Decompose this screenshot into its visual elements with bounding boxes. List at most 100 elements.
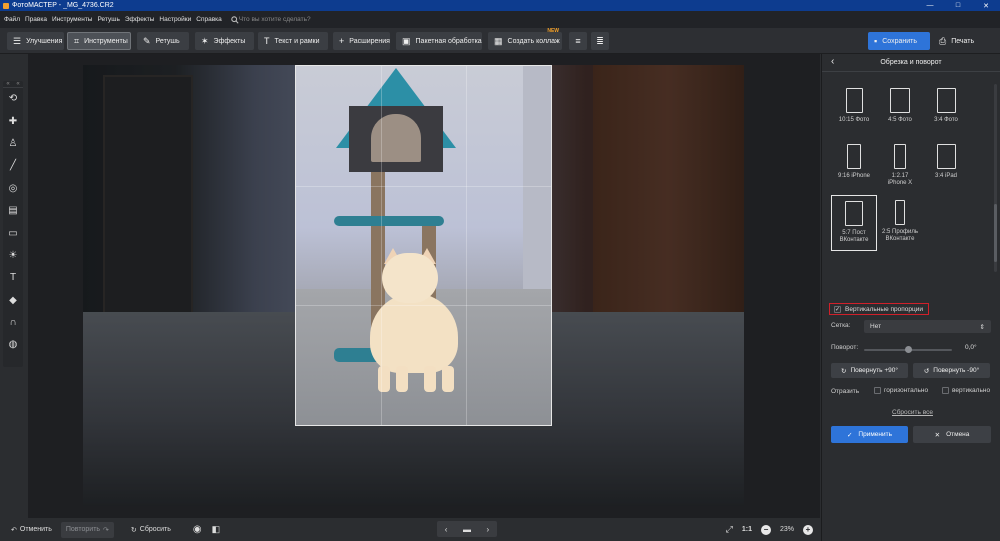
- flip-vertical-checkbox[interactable]: [942, 387, 949, 394]
- stamp-tool-icon[interactable]: ♙: [3, 133, 23, 155]
- rotate-tool-icon[interactable]: ⟲: [3, 88, 23, 110]
- tab-tools[interactable]: ⌗ Инструменты: [67, 32, 131, 50]
- panel-title: Обрезка и поворот: [880, 59, 942, 66]
- rotation-slider-knob[interactable]: [904, 346, 912, 353]
- fill-tool-icon[interactable]: ◆: [3, 290, 23, 312]
- app-logo-icon: [3, 2, 9, 9]
- list-history-icon: ≣: [596, 35, 604, 46]
- grid-select[interactable]: Нет ⇕: [864, 320, 991, 333]
- vertical-proportions-label: Вертикальные пропорции: [845, 305, 923, 313]
- preview-eye-icon[interactable]: ◉: [188, 522, 207, 538]
- vertical-proportions-checkbox[interactable]: ✓: [834, 305, 841, 313]
- crop-preset-tile[interactable]: 10:15 Фото: [831, 83, 877, 139]
- vignette-icon[interactable]: ▭: [3, 222, 23, 244]
- apply-button[interactable]: ✓ Применить: [831, 426, 908, 443]
- text-icon: T: [264, 35, 270, 46]
- batch-processing-button[interactable]: ▣ Пакетная обработка: [396, 32, 482, 50]
- brush-tool-icon[interactable]: ╱: [3, 155, 23, 177]
- folder-icon[interactable]: ▬: [463, 525, 471, 534]
- prev-image-icon[interactable]: ‹: [445, 525, 448, 534]
- crop-preset-tile[interactable]: 9:16 iPhone: [831, 139, 877, 195]
- tab-enhancements[interactable]: ☰ Улучшения: [7, 32, 64, 50]
- undo-icon: ↶: [11, 526, 17, 534]
- flip-horizontal-option[interactable]: горизонтально: [874, 387, 928, 394]
- menu-tools[interactable]: Инструменты: [52, 16, 93, 23]
- undo-button[interactable]: ↶ Отменить: [6, 522, 57, 538]
- crop-preset-tile[interactable]: 3:4 iPad: [923, 139, 969, 195]
- rotate-plus-90-button[interactable]: ↻ Повернуть +90°: [831, 363, 908, 378]
- presets-scrollbar[interactable]: [994, 84, 997, 272]
- text-tool-icon[interactable]: T: [3, 267, 23, 289]
- patch-tool-icon[interactable]: ✚: [3, 110, 23, 132]
- crop-preset-label: 9:16 iPhone: [837, 173, 871, 179]
- crop-presets-grid: 10:15 Фото 4:5 Фото 3:4 Фото 9:16 iPhone 1:2…: [831, 83, 988, 273]
- crop-preset-label: 1:2.17 iPhone X: [887, 173, 913, 186]
- close-button[interactable]: ✕: [972, 0, 1000, 11]
- reset-button[interactable]: ↻ Сбросить: [126, 522, 176, 538]
- light-tool-icon[interactable]: ☀: [3, 245, 23, 267]
- compare-icon[interactable]: ◧: [207, 522, 226, 538]
- title-bar: ФотоМАСТЕР - _MG_4736.CR2 — □ ✕: [0, 0, 1000, 11]
- aspect-ratio-icon: [895, 200, 905, 225]
- tab-extensions[interactable]: + Расширения: [333, 32, 390, 50]
- tab-retouch[interactable]: ✎ Ретушь: [137, 32, 189, 50]
- back-arrow-icon[interactable]: ‹: [831, 56, 834, 67]
- crop-frame[interactable]: [295, 65, 552, 426]
- aspect-ratio-icon: [890, 88, 910, 113]
- reset-all-link[interactable]: Сбросить все: [892, 409, 933, 416]
- zoom-in-icon[interactable]: +: [803, 524, 813, 535]
- apply-label: Применить: [858, 431, 893, 438]
- fit-to-screen-icon[interactable]: ⤢: [726, 524, 733, 535]
- magnet-tool-icon[interactable]: ∩: [3, 312, 23, 334]
- crop-preset-tile[interactable]: 4:5 Фото: [877, 83, 923, 139]
- flip-label: Отразить: [831, 388, 860, 395]
- cancel-button[interactable]: ✕ Отмена: [913, 426, 991, 443]
- vertical-proportions-row[interactable]: ✓ Вертикальные пропорции: [829, 303, 929, 315]
- create-collage-button[interactable]: ▦ Создать коллаж NEW: [488, 28, 562, 50]
- actual-size-button[interactable]: 1:1: [742, 526, 752, 533]
- magic-wand-icon: ✶: [201, 35, 209, 46]
- menu-edit[interactable]: Правка: [25, 16, 47, 23]
- print-button[interactable]: ⎙ Печать: [933, 32, 993, 50]
- add-to-list-button[interactable]: ≡: [569, 32, 587, 50]
- tab-label: Расширения: [349, 37, 390, 45]
- app-window: ФотоМАСТЕР - _MG_4736.CR2 — □ ✕ Файл Пра…: [0, 0, 1000, 541]
- menu-file[interactable]: Файл: [4, 16, 20, 23]
- rotate-plus-label: Повернуть +90°: [850, 367, 898, 374]
- toolbar-collapse-handle[interactable]: ««: [3, 81, 23, 88]
- left-toolbar: «« ⟲ ✚ ♙ ╱ ◎ ▤ ▭ ☀ T ◆ ∩ ◍: [3, 81, 23, 367]
- rotation-value: 0,0°: [965, 344, 977, 351]
- search-input[interactable]: [238, 16, 339, 23]
- menu-effects[interactable]: Эффекты: [125, 16, 155, 23]
- rotate-minus-90-button[interactable]: ↺ Повернуть -90°: [913, 363, 990, 378]
- zoom-out-icon[interactable]: −: [760, 524, 771, 535]
- undo-label: Отменить: [19, 526, 52, 533]
- aspect-ratio-icon: [847, 144, 861, 169]
- menu-retouch[interactable]: Ретушь: [97, 16, 119, 23]
- rotate-cw-icon: ↻: [841, 367, 847, 375]
- flip-vertical-option[interactable]: вертикально: [942, 387, 990, 394]
- crop-preset-tile[interactable]: 1:2.17 iPhone X: [877, 139, 923, 195]
- minimize-button[interactable]: —: [916, 0, 944, 11]
- history-list-button[interactable]: ≣: [591, 32, 609, 50]
- radial-filter-icon[interactable]: ◎: [3, 178, 23, 200]
- maximize-button[interactable]: □: [944, 0, 972, 11]
- redo-button[interactable]: Повторить ↷: [60, 521, 114, 538]
- menu-settings[interactable]: Настройки: [159, 16, 191, 23]
- tab-text-frames[interactable]: T Текст и рамки: [258, 32, 328, 50]
- crop-preset-tile[interactable]: 2:5 Профиль ВКонтакте: [877, 195, 923, 251]
- menu-help[interactable]: Справка: [196, 16, 222, 23]
- save-button[interactable]: ▪ Сохранить: [868, 32, 930, 50]
- crop-preset-tile[interactable]: 3:4 Фото: [923, 83, 969, 139]
- image-canvas[interactable]: [28, 54, 820, 518]
- image-navigation: ‹ ▬ ›: [437, 521, 497, 537]
- flip-horizontal-label: горизонтально: [884, 387, 929, 394]
- flip-horizontal-checkbox[interactable]: [874, 387, 881, 394]
- tab-effects[interactable]: ✶ Эффекты: [195, 32, 254, 50]
- shape-tool-icon[interactable]: ◍: [3, 334, 23, 356]
- crop-preset-tile[interactable]: 5:7 Пост ВКонтакте: [831, 195, 877, 251]
- scrollbar-thumb[interactable]: [994, 204, 997, 262]
- next-image-icon[interactable]: ›: [487, 525, 490, 534]
- rotation-slider[interactable]: [864, 346, 952, 353]
- gradient-filter-icon[interactable]: ▤: [3, 200, 23, 222]
